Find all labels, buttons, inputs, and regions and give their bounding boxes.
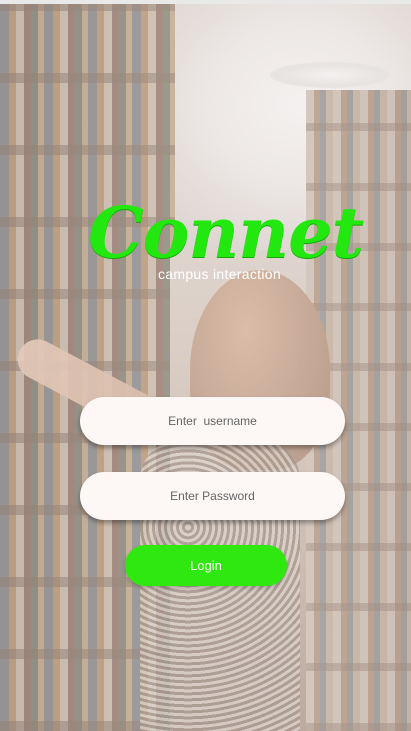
- app-tagline: campus interaction: [158, 266, 281, 282]
- library-background-image: [0, 0, 411, 731]
- login-screen: Connet campus interaction Login: [0, 0, 411, 731]
- app-title: Connet: [88, 191, 364, 274]
- light-overlay: [0, 0, 411, 731]
- login-button[interactable]: Login: [125, 545, 287, 586]
- username-field-container: [80, 396, 345, 446]
- password-field-container: [80, 471, 345, 521]
- username-input[interactable]: [80, 396, 345, 446]
- app-logo: Connet campus interaction: [88, 190, 364, 282]
- password-input[interactable]: [80, 471, 345, 521]
- status-bar: [0, 0, 411, 4]
